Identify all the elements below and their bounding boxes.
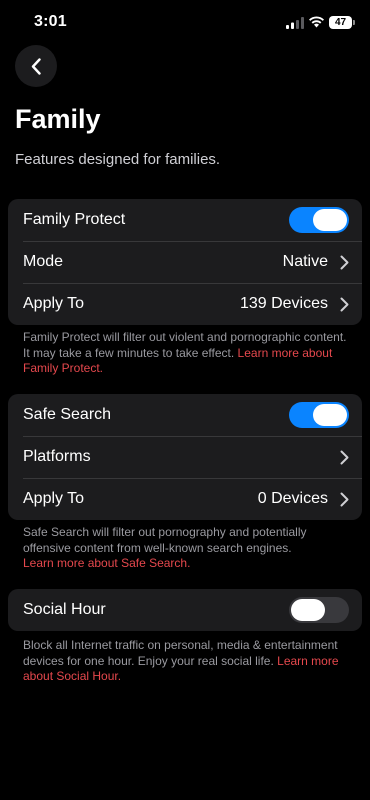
social-hour-label: Social Hour xyxy=(23,601,106,618)
social-hour-note: Block all Internet traffic on personal, … xyxy=(23,638,353,685)
page-subtitle: Features designed for families. xyxy=(15,151,221,168)
family-protect-toggle[interactable] xyxy=(289,207,349,233)
toggle-knob xyxy=(313,404,347,426)
back-button[interactable] xyxy=(15,45,57,87)
mode-value: Native xyxy=(282,253,328,270)
mode-row[interactable]: Mode Native xyxy=(8,241,362,283)
family-protect-note: Family Protect will filter out violent a… xyxy=(23,330,353,377)
platforms-label: Platforms xyxy=(23,448,91,465)
safe-search-note: Safe Search will filter out pornography … xyxy=(23,525,353,572)
safe-search-label: Safe Search xyxy=(23,406,112,423)
family-protect-label: Family Protect xyxy=(23,211,126,228)
chevron-right-icon xyxy=(340,450,349,465)
apply-to-label: Apply To xyxy=(23,490,85,507)
safe-search-note-text: Safe Search will filter out pornography … xyxy=(23,525,307,555)
battery-level: 47 xyxy=(329,16,352,29)
chevron-left-icon xyxy=(31,57,41,75)
page-title: Family xyxy=(15,104,101,134)
battery-cap xyxy=(353,20,355,25)
chevron-right-icon xyxy=(340,255,349,270)
status-time: 3:01 xyxy=(34,13,67,30)
safe-search-apply-to-row[interactable]: Apply To 0 Devices xyxy=(8,478,362,520)
toggle-knob xyxy=(313,209,347,231)
cellular-signal-icon xyxy=(286,17,304,29)
social-hour-toggle[interactable] xyxy=(289,597,349,623)
toggle-knob xyxy=(291,599,325,621)
wifi-icon xyxy=(309,16,324,28)
chevron-right-icon xyxy=(340,297,349,312)
social-hour-card: Social Hour xyxy=(8,589,362,631)
apply-to-value: 139 Devices xyxy=(239,295,328,312)
family-protect-apply-to-row[interactable]: Apply To 139 Devices xyxy=(8,283,362,325)
safe-search-row: Safe Search xyxy=(8,394,362,436)
chevron-right-icon xyxy=(340,492,349,507)
safe-search-toggle[interactable] xyxy=(289,402,349,428)
family-protect-row: Family Protect xyxy=(8,199,362,241)
apply-to-label: Apply To xyxy=(23,295,85,312)
safe-search-card: Safe Search Platforms Apply To 0 Devices xyxy=(8,394,362,520)
social-hour-row: Social Hour xyxy=(8,589,362,631)
status-bar: 3:01 47 xyxy=(0,0,370,46)
safe-search-learn-more-link[interactable]: Learn more about Safe Search. xyxy=(23,556,190,570)
apply-to-value: 0 Devices xyxy=(257,490,328,507)
platforms-row[interactable]: Platforms xyxy=(8,436,362,478)
family-protect-card: Family Protect Mode Native Apply To 139 … xyxy=(8,199,362,325)
mode-label: Mode xyxy=(23,253,64,270)
